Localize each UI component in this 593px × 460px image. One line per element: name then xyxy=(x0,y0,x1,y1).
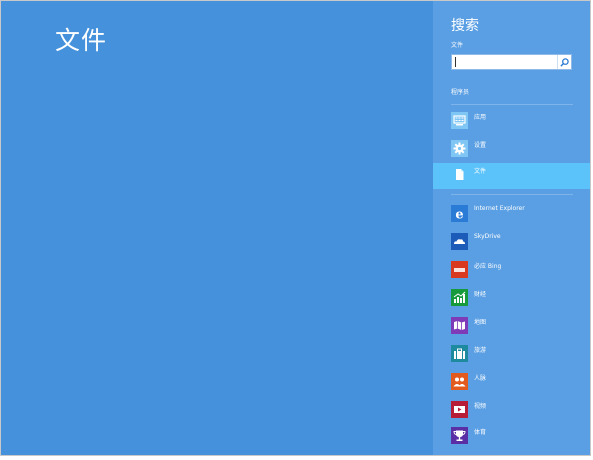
app-label: Internet Explorer xyxy=(474,205,525,212)
category-label: 文件 xyxy=(474,168,487,175)
search-button[interactable] xyxy=(557,55,571,69)
app-label: 旅游 xyxy=(474,347,487,354)
app-finance[interactable]: 财经 xyxy=(433,286,590,312)
app-tile xyxy=(451,289,468,306)
page-title: 文件 xyxy=(55,26,108,55)
category-tile xyxy=(451,166,468,183)
people-icon xyxy=(451,373,468,390)
bing-icon xyxy=(451,261,468,278)
skydrive-cloud-icon xyxy=(451,233,468,250)
search-box[interactable] xyxy=(451,54,572,70)
category-files[interactable]: 文件 xyxy=(433,163,590,189)
sports-trophy-icon xyxy=(451,427,468,444)
video-icon xyxy=(451,401,468,418)
category-settings[interactable]: 设置 xyxy=(433,137,590,163)
app-label: 财经 xyxy=(474,291,487,298)
app-tile xyxy=(451,233,468,250)
apps-section-label: 程序员 xyxy=(451,89,470,96)
category-tile xyxy=(451,112,468,129)
app-maps[interactable]: 地图 xyxy=(433,314,590,340)
app-people[interactable]: 人脉 xyxy=(433,370,590,396)
category-apps[interactable]: 应用 xyxy=(433,109,590,135)
app-video[interactable]: 视频 xyxy=(433,398,590,424)
app-tile xyxy=(451,261,468,278)
gear-icon xyxy=(451,140,468,157)
app-travel[interactable]: 旅游 xyxy=(433,342,590,368)
app-tile xyxy=(451,345,468,362)
category-label: 设置 xyxy=(474,142,487,149)
app-tile xyxy=(451,401,468,418)
map-icon xyxy=(451,317,468,334)
search-scope-label: 文件 xyxy=(451,42,464,49)
app-tile xyxy=(451,427,468,444)
app-skydrive[interactable]: SkyDrive xyxy=(433,230,590,256)
finance-chart-icon xyxy=(451,289,468,306)
app-label: SkyDrive xyxy=(474,233,501,240)
travel-suitcase-icon xyxy=(451,345,468,362)
start-search-screen: 文件 搜索 文件 程序员 应用 设置 文件 e Internet Explore… xyxy=(0,0,591,456)
app-bing[interactable]: 必应 Bing xyxy=(433,258,590,284)
search-pane-title: 搜索 xyxy=(451,18,479,34)
app-label: 视频 xyxy=(474,403,487,410)
app-sports[interactable]: 体育 xyxy=(433,424,590,450)
app-label: 地图 xyxy=(474,319,487,326)
category-label: 应用 xyxy=(474,114,487,121)
apps-icon xyxy=(451,112,468,129)
app-tile xyxy=(451,373,468,390)
category-tile xyxy=(451,140,468,157)
divider xyxy=(451,194,573,195)
svg-text:e: e xyxy=(455,208,463,223)
app-internet-explorer[interactable]: e Internet Explorer xyxy=(433,202,590,228)
text-caret xyxy=(455,57,456,67)
app-label: 体育 xyxy=(474,429,487,436)
app-label: 人脉 xyxy=(474,375,487,382)
app-label: 必应 Bing xyxy=(474,263,502,270)
internet-explorer-icon: e xyxy=(451,205,468,222)
app-tile xyxy=(451,317,468,334)
search-charm-pane: 搜索 文件 程序员 应用 设置 文件 e Internet Explorer S… xyxy=(433,1,590,455)
app-tile: e xyxy=(451,205,468,222)
search-icon xyxy=(560,57,569,67)
search-input[interactable] xyxy=(452,55,556,69)
document-icon xyxy=(456,169,464,180)
divider xyxy=(451,104,573,105)
